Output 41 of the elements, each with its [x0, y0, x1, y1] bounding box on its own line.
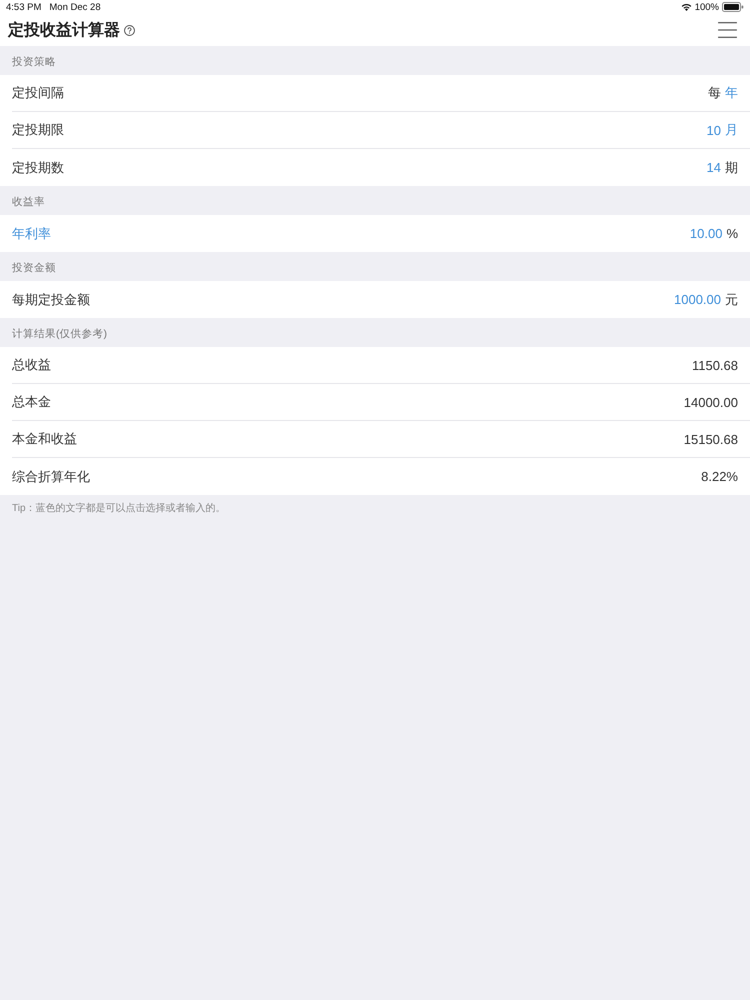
row-label: 每期定投金额 — [12, 290, 90, 308]
status-time: 4:53 PM — [6, 2, 42, 12]
value-text: 15150.68 — [684, 432, 738, 446]
value-text: 14000.00 — [684, 394, 738, 410]
value-text: 元 — [725, 290, 738, 308]
editable-value[interactable]: 年 — [725, 84, 738, 102]
settings-row[interactable]: 年利率 10.00 % — [0, 215, 750, 252]
row-label: 总本金 — [12, 393, 51, 411]
battery-percent: 100% — [694, 2, 719, 12]
row-label: 本金和收益 — [12, 430, 77, 448]
settings-row[interactable]: 定投期数 14 期 — [0, 149, 750, 186]
help-icon[interactable] — [124, 24, 135, 36]
settings-row[interactable]: 每期定投金额 1000.00 元 — [0, 281, 750, 318]
row-label: 定投间隔 — [12, 84, 64, 102]
menu-icon[interactable] — [718, 22, 737, 38]
tip-text: Tip：蓝色的文字都是可以点击选择或者输入的。 — [12, 503, 226, 514]
status-date: Mon Dec 28 — [49, 2, 101, 12]
value-text: 每 — [708, 84, 721, 102]
value-text: 8.22% — [701, 469, 738, 484]
value-text: % — [726, 226, 738, 241]
wifi-icon — [680, 3, 692, 11]
battery-icon — [722, 2, 744, 12]
settings-row[interactable]: 定投期限 10 月 — [0, 112, 750, 149]
section-header: 投资策略 — [12, 55, 56, 69]
app-title: 定投收益计算器 — [8, 20, 120, 40]
section-header: 投资金额 — [12, 261, 56, 275]
editable-value[interactable]: 1000.00 — [674, 292, 721, 307]
section-header: 计算结果(仅供参考) — [12, 327, 107, 341]
row-label: 定投期数 — [12, 158, 64, 176]
row-label[interactable]: 年利率 — [12, 224, 51, 242]
editable-value[interactable]: 月 — [725, 121, 738, 139]
section-header: 收益率 — [12, 195, 45, 209]
editable-value[interactable]: 10 — [706, 122, 721, 138]
settings-row[interactable]: 定投间隔 每 年 — [0, 75, 750, 112]
value-text: 期 — [725, 158, 738, 176]
row-label: 总收益 — [12, 356, 51, 374]
editable-value[interactable]: 10.00 — [690, 226, 722, 241]
row-label: 综合折算年化 — [12, 468, 90, 486]
row-label: 定投期限 — [12, 121, 64, 139]
editable-value[interactable]: 14 — [706, 160, 721, 175]
value-text: 1150.68 — [692, 358, 738, 372]
